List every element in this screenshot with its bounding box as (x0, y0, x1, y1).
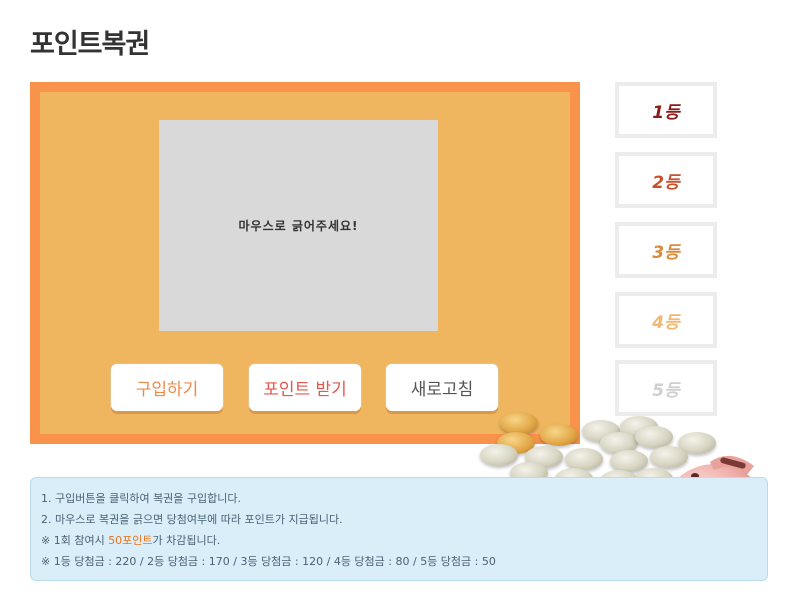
rank-3: 3등 (615, 222, 717, 278)
rank-2: 2등 (615, 152, 717, 208)
lottery-panel: 마우스로 긁어주세요! 구입하기 포인트 받기 새로고침 (40, 92, 570, 434)
refresh-button[interactable]: 새로고침 (386, 364, 498, 411)
instruction-line-1: 1. 구입버튼을 클릭하여 복권을 구입합니다. (41, 492, 242, 505)
instruction-line-3-suffix: 가 차감됩니다. (152, 534, 221, 547)
instruction-line-2: 2. 마우스로 복권을 긁으면 당첨여부에 따라 포인트가 지급됩니다. (41, 513, 343, 526)
instruction-line-3: ※ 1회 참여시 50포인트가 차감됩니다. (41, 530, 767, 551)
rank-4: 4등 (615, 292, 717, 348)
point-cost-highlight: 50포인트 (108, 534, 153, 547)
instruction-line-4: ※ 1등 당첨금 : 220 / 2등 당첨금 : 170 / 3등 당첨금 :… (41, 555, 496, 568)
scratch-instruction: 마우스로 긁어주세요! (238, 219, 359, 233)
lottery-frame: 마우스로 긁어주세요! 구입하기 포인트 받기 새로고침 (30, 82, 580, 444)
rank-1: 1등 (615, 82, 717, 138)
get-points-button[interactable]: 포인트 받기 (249, 364, 361, 411)
instructions-box: 1. 구입버튼을 클릭하여 복권을 구입합니다. 2. 마우스로 복권을 긁으면… (30, 477, 768, 581)
instruction-line-3-prefix: ※ 1회 참여시 (41, 534, 109, 547)
scratch-area[interactable]: 마우스로 긁어주세요! (159, 120, 438, 331)
page-title: 포인트복권 (30, 29, 150, 60)
buy-button[interactable]: 구입하기 (111, 364, 223, 411)
rank-5: 5등 (615, 360, 717, 416)
